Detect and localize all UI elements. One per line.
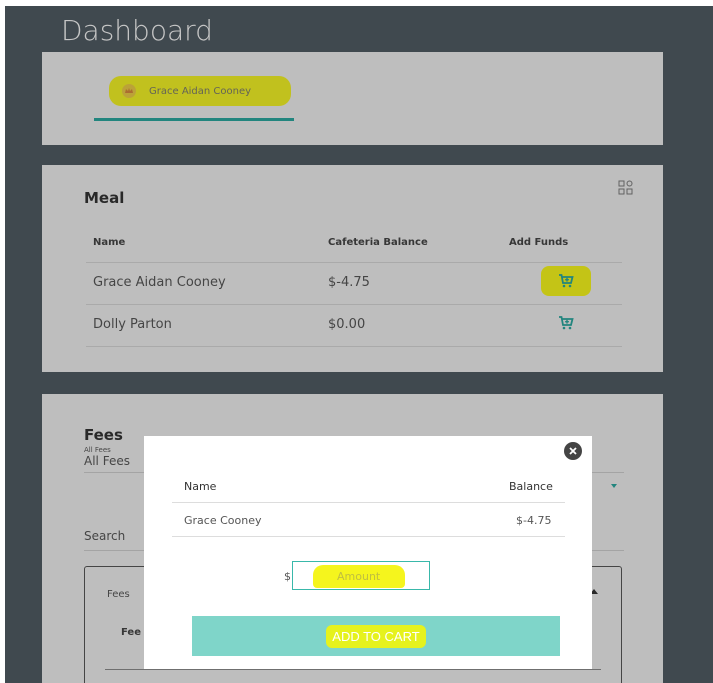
amount-input[interactable]: Amount <box>292 561 430 590</box>
add-to-cart-label: ADD TO CART <box>326 624 426 648</box>
app-window: Dashboard Grace Aidan Cooney Meal Name C… <box>5 6 713 683</box>
close-button[interactable] <box>564 442 582 460</box>
modal-column-balance: Balance <box>509 480 553 493</box>
modal-row-balance: $-4.75 <box>516 514 552 527</box>
amount-placeholder: Amount <box>337 570 381 583</box>
modal-row-name: Grace Cooney <box>184 514 262 527</box>
modal-divider <box>172 502 565 503</box>
currency-symbol: $ <box>284 570 291 583</box>
add-funds-modal: Name Balance Grace Cooney $-4.75 $ Amoun… <box>144 436 592 669</box>
modal-column-name: Name <box>184 480 217 493</box>
close-icon <box>569 447 577 455</box>
add-to-cart-button[interactable]: ADD TO CART <box>192 616 560 656</box>
modal-divider <box>172 536 565 537</box>
